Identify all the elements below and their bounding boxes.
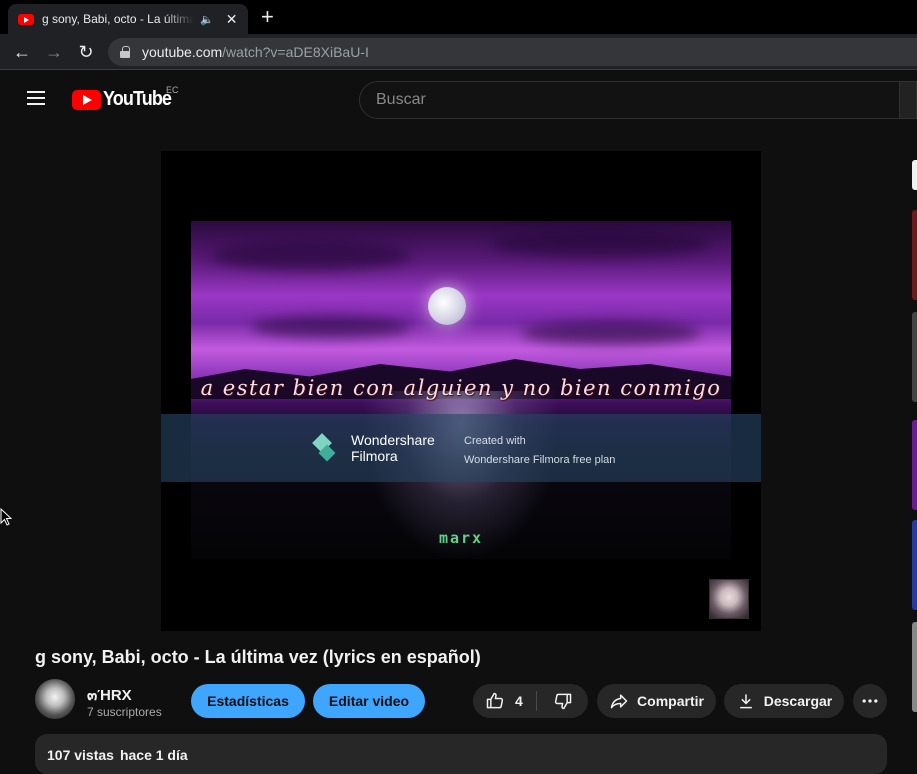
rail-thumbnail[interactable] — [912, 420, 917, 510]
like-button[interactable]: 4 — [473, 684, 535, 718]
filmora-note-line1: Created with — [464, 435, 526, 447]
video-frame: a estar bien con alguien y no bien conmi… — [191, 221, 731, 559]
search-box — [359, 81, 900, 119]
view-count: 107 vistas — [47, 747, 114, 763]
filmora-watermark: Wondershare Filmora Created with Wonders… — [161, 414, 761, 482]
video-player[interactable]: a estar bien con alguien y no bien conmi… — [161, 151, 761, 631]
cloud-shape — [211, 241, 411, 271]
cloud-shape — [521, 321, 701, 345]
speaker-icon[interactable]: 🔈 — [200, 13, 214, 26]
channel-avatar[interactable] — [35, 679, 75, 719]
lyrics-caption: a estar bien con alguien y no bien conmi… — [200, 376, 722, 400]
publish-date: hace 1 día — [119, 747, 188, 763]
close-icon[interactable]: ✕ — [226, 11, 238, 28]
youtube-play-logo-icon — [72, 89, 101, 110]
more-horizontal-icon — [862, 699, 878, 703]
browser-toolbar: ← → ↻ youtube.com/watch?v=aDE8XiBaU-I — [0, 34, 917, 70]
thumbs-down-icon — [554, 693, 571, 710]
download-icon — [739, 694, 752, 709]
thumbs-up-icon — [486, 692, 504, 709]
new-tab-button[interactable]: + — [261, 6, 274, 28]
back-arrow-icon[interactable]: ← — [11, 41, 33, 63]
mouse-pointer-icon — [0, 508, 12, 526]
share-button[interactable]: Compartir — [597, 684, 716, 718]
youtube-logo[interactable]: YouTube — [72, 88, 179, 111]
channel-branding-avatar[interactable] — [709, 579, 749, 619]
description-box[interactable]: 107 vistas hace 1 día — [35, 734, 887, 774]
edit-video-button[interactable]: Editar video — [313, 684, 425, 718]
rail-chip[interactable] — [912, 160, 917, 190]
browser-tab[interactable]: g sony, Babi, octo - La última vez (lyri… — [8, 4, 248, 34]
search-button[interactable] — [899, 81, 917, 119]
share-label: Compartir — [637, 693, 704, 709]
like-count: 4 — [515, 693, 523, 709]
channel-name[interactable]: ๓ΉRX — [87, 683, 132, 707]
video-title: g sony, Babi, octo - La última vez (lyri… — [35, 647, 481, 667]
youtube-masthead: YouTube EC — [0, 71, 917, 127]
filmora-brand-line2: Filmora — [351, 448, 398, 464]
rail-thumbnail[interactable] — [912, 312, 917, 402]
browser-tab-strip: g sony, Babi, octo - La última vez (lyri… — [0, 0, 917, 34]
forward-arrow-icon[interactable]: → — [43, 41, 65, 63]
rail-thumbnail[interactable] — [912, 520, 917, 610]
cloud-shape — [251, 316, 411, 338]
download-label: Descargar — [763, 693, 833, 709]
lock-icon[interactable] — [120, 46, 130, 58]
filmora-logo-icon — [315, 436, 335, 462]
youtube-favicon-icon — [18, 13, 34, 25]
tab-title: g sony, Babi, octo - La última vez (lyri… — [42, 12, 194, 26]
filmora-note: Created with Wondershare Filmora free pl… — [464, 432, 615, 470]
share-arrow-icon — [610, 694, 628, 709]
filmora-brand-line1: Wondershare — [351, 432, 435, 448]
download-button[interactable]: Descargar — [724, 684, 844, 718]
filmora-brand: Wondershare Filmora — [351, 432, 435, 464]
cloud-shape — [491, 231, 711, 257]
rail-thumbnail[interactable] — [912, 210, 917, 300]
url-path: /watch?v=aDE8XiBaU-I — [222, 44, 369, 60]
channel-watermark: marx — [438, 529, 484, 547]
menu-icon[interactable] — [27, 91, 45, 105]
search-input[interactable] — [376, 91, 899, 109]
more-actions-button[interactable] — [853, 684, 887, 718]
url-host: youtube.com — [142, 44, 223, 60]
country-code: EC — [166, 85, 179, 95]
reload-icon[interactable]: ↻ — [75, 41, 97, 63]
dislike-button[interactable] — [537, 684, 588, 718]
recommendations-rail-edge — [912, 160, 917, 720]
subscriber-count: 7 suscriptores — [87, 705, 162, 719]
filmora-note-line2: Wondershare Filmora free plan — [464, 454, 616, 466]
statistics-button[interactable]: Estadísticas — [191, 684, 305, 718]
moon-image — [428, 287, 466, 325]
like-dislike-group: 4 — [473, 684, 588, 718]
rail-thumbnail[interactable] — [912, 622, 917, 712]
address-bar[interactable]: youtube.com/watch?v=aDE8XiBaU-I — [108, 38, 917, 66]
logo-text: YouTube — [103, 88, 172, 110]
